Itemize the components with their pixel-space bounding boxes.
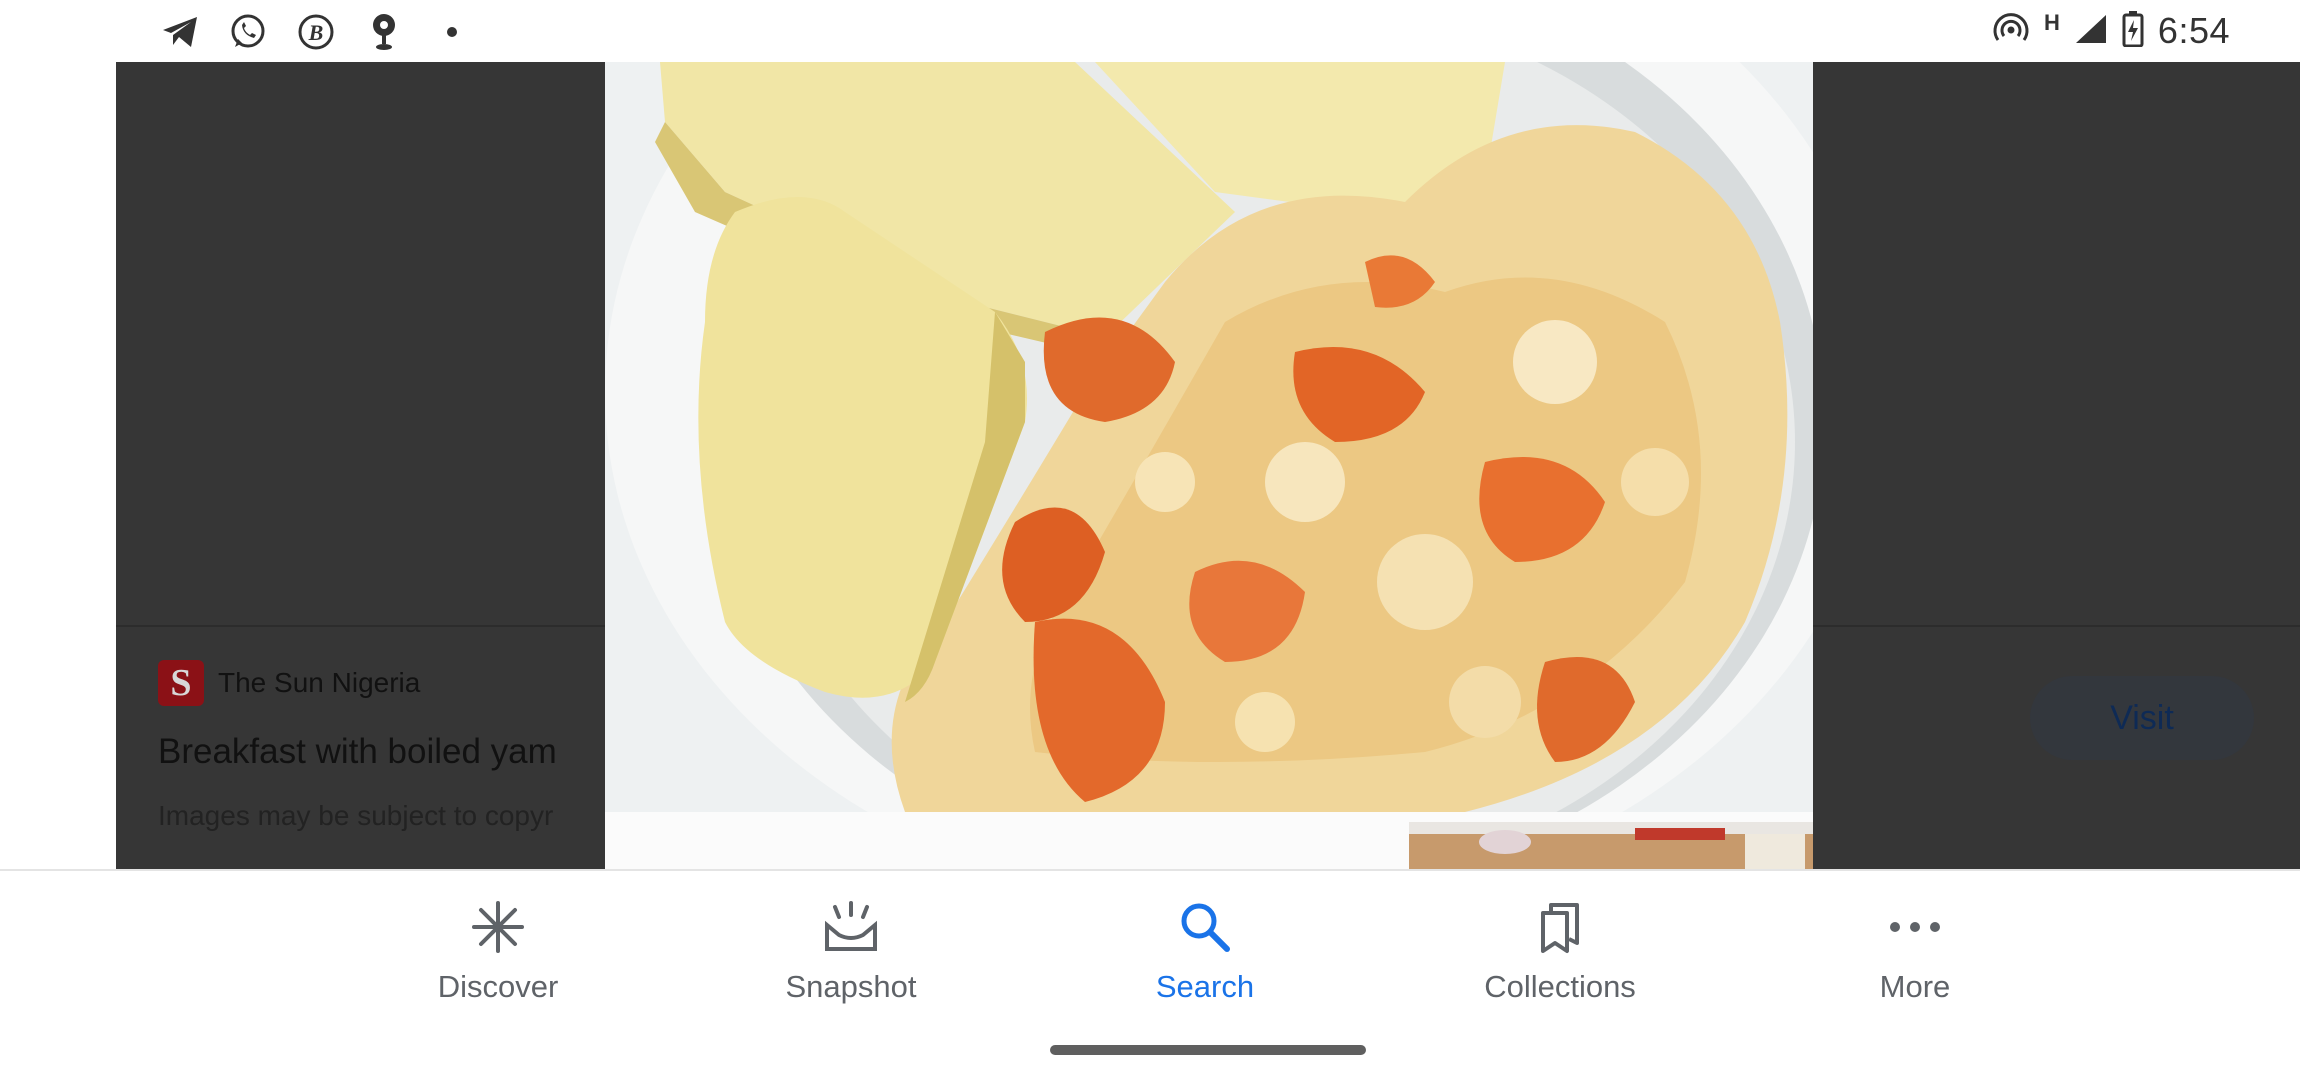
source-name[interactable]: The Sun Nigeria <box>218 667 420 699</box>
visit-button[interactable]: Visit <box>2030 676 2254 760</box>
more-dots-icon <box>1883 895 1947 959</box>
asterisk-icon <box>466 895 530 959</box>
hotspot-icon <box>1992 12 2030 51</box>
bottom-navigation: Discover Snapshot Search Collections Mor… <box>0 869 2300 1079</box>
copyright-note: Images may be subject to copyr <box>158 800 554 831</box>
source-row[interactable]: S The Sun Nigeria <box>158 660 638 706</box>
network-type-label: H <box>2044 10 2060 35</box>
nav-label: Collections <box>1484 969 1636 1004</box>
notification-icons: B <box>160 10 472 54</box>
nav-more[interactable]: More <box>1795 895 2035 1005</box>
system-icons: H 6:54 <box>1992 8 2230 54</box>
source-logo: S <box>158 660 204 706</box>
nav-label: Discover <box>437 969 559 1004</box>
location-pin-icon <box>364 12 404 52</box>
status-bar: B H 6:54 <box>0 0 2300 62</box>
search-icon <box>1173 895 1237 959</box>
telegram-icon <box>160 12 200 52</box>
result-image[interactable] <box>605 62 1813 870</box>
result-title[interactable]: Breakfast with boiled yam <box>158 732 638 772</box>
nav-snapshot[interactable]: Snapshot <box>731 895 971 1005</box>
battery-charging-icon <box>2122 10 2144 52</box>
result-info: S The Sun Nigeria Breakfast with boiled … <box>158 660 638 832</box>
dot-icon <box>432 12 472 52</box>
nav-label: Snapshot <box>785 969 917 1004</box>
nav-label: Search <box>1155 969 1255 1004</box>
nav-search[interactable]: Search <box>1085 895 1325 1005</box>
whatsapp-icon <box>228 12 268 52</box>
signal-icon <box>2074 13 2108 50</box>
nav-label: More <box>1879 969 1951 1004</box>
snapshot-icon <box>819 895 883 959</box>
home-gesture-bar[interactable] <box>1050 1045 1366 1055</box>
nav-collections[interactable]: Collections <box>1440 895 1680 1005</box>
nav-discover[interactable]: Discover <box>378 895 618 1005</box>
collections-icon <box>1528 895 1592 959</box>
svg-text:B: B <box>308 20 324 45</box>
b-app-icon: B <box>296 12 336 52</box>
clock: 6:54 <box>2157 10 2230 51</box>
